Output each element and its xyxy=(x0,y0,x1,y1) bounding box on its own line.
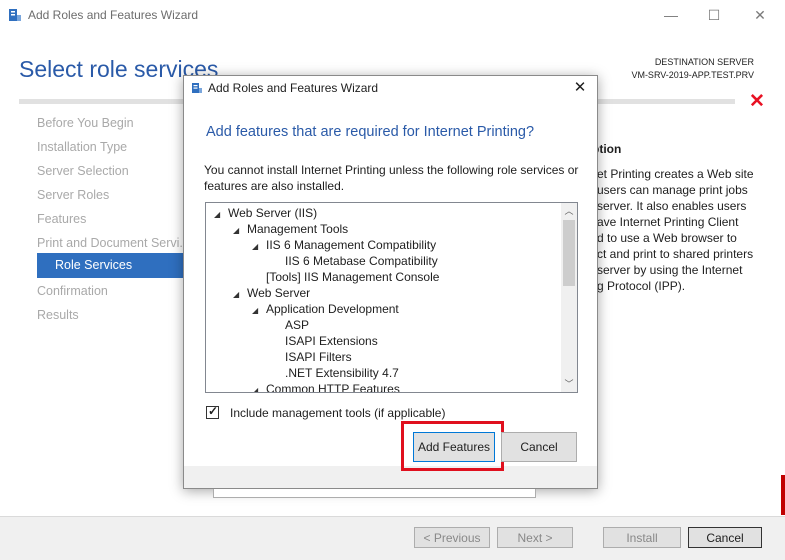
tree-item-label: Common HTTP Features xyxy=(266,382,400,393)
next-button[interactable]: Next > xyxy=(497,527,573,548)
destination-label: DESTINATION SERVER xyxy=(654,57,754,67)
scroll-up-icon[interactable]: ︿ xyxy=(561,203,577,219)
minimize-button[interactable]: — xyxy=(648,0,694,30)
description-line: et Printing creates a Web site xyxy=(597,167,754,181)
nav-item-server-roles[interactable]: Server Roles xyxy=(37,188,109,202)
tree-item[interactable]: ISAPI Extensions xyxy=(285,333,378,349)
window-titlebar: Add Roles and Features Wizard — ☐ ✕ xyxy=(0,0,785,30)
server-manager-icon xyxy=(192,83,202,93)
expand-triangle-icon[interactable]: ◢ xyxy=(233,287,241,303)
required-features-tree[interactable]: ◢ Web Server (IIS) ◢ Management Tools ◢ IIS… xyxy=(205,202,578,393)
tree-item-label: Web Server xyxy=(247,286,311,300)
tree-item[interactable]: ◢ Common HTTP Features xyxy=(252,381,400,393)
nav-item-features[interactable]: Features xyxy=(37,212,86,226)
dialog-message: You cannot install Internet Printing unl… xyxy=(204,163,579,193)
description-line: ave Internet Printing Client xyxy=(597,215,739,229)
tree-item[interactable]: ◢ Application Development xyxy=(252,301,399,319)
nav-item-installation-type[interactable]: Installation Type xyxy=(37,140,127,154)
nav-item-print-document-services[interactable]: Print and Document Servi... xyxy=(37,236,190,250)
description-line: users can manage print jobs xyxy=(597,183,748,197)
previous-button[interactable]: < Previous xyxy=(414,527,490,548)
expand-triangle-icon[interactable]: ◢ xyxy=(252,239,260,255)
server-manager-icon xyxy=(9,9,21,21)
error-icon[interactable]: ✕ xyxy=(748,92,766,111)
nav-item-confirmation[interactable]: Confirmation xyxy=(37,284,108,298)
description-line: ct and print to shared printers xyxy=(597,247,754,261)
dialog-heading: Add features that are required for Inter… xyxy=(206,124,535,140)
nav-item-results[interactable]: Results xyxy=(37,308,79,322)
dialog-titlebar: Add Roles and Features Wizard ✕ xyxy=(184,76,597,100)
expand-triangle-icon[interactable]: ◢ xyxy=(233,223,241,239)
tree-item[interactable]: [Tools] IIS Management Console xyxy=(266,269,439,285)
close-window-button[interactable]: ✕ xyxy=(737,0,783,30)
dialog-title: Add Roles and Features Wizard xyxy=(208,81,379,95)
checkmark-icon: ✓ xyxy=(208,404,219,418)
description-line: server by using the Internet xyxy=(597,263,743,277)
tree-item[interactable]: ASP xyxy=(285,317,309,333)
tree-scrollbar[interactable]: ︿ ﹀ xyxy=(561,203,577,392)
add-features-button[interactable]: Add Features xyxy=(413,432,495,462)
nav-item-role-services[interactable]: Role Services xyxy=(37,253,183,278)
required-features-dialog: Add Roles and Features Wizard ✕ Add feat… xyxy=(183,75,598,498)
background-window-edge xyxy=(781,475,785,515)
expand-triangle-icon[interactable]: ◢ xyxy=(214,207,222,223)
description-line: g Protocol (IPP). xyxy=(597,279,686,293)
expand-triangle-icon[interactable]: ◢ xyxy=(252,303,260,319)
nav-item-server-selection[interactable]: Server Selection xyxy=(37,164,129,178)
include-management-tools-label[interactable]: Include management tools (if applicable) xyxy=(230,406,445,420)
tree-item-label: IIS 6 Management Compatibility xyxy=(266,238,437,252)
cancel-button[interactable]: Cancel xyxy=(688,527,762,548)
wizard-footer: < Previous Next > Install Cancel xyxy=(0,516,785,560)
dialog-cancel-button[interactable]: Cancel xyxy=(501,432,577,462)
background-panel-edge xyxy=(213,489,536,498)
dialog-close-button[interactable]: ✕ xyxy=(567,78,593,98)
scrollbar-thumb[interactable] xyxy=(563,220,575,286)
tree-item-label: Web Server (IIS) xyxy=(228,206,318,220)
maximize-button[interactable]: ☐ xyxy=(691,0,737,30)
install-button[interactable]: Install xyxy=(603,527,681,548)
description-line: d to use a Web browser to xyxy=(597,231,737,245)
tree-item[interactable]: .NET Extensibility 4.7 xyxy=(285,365,399,381)
nav-item-label: Role Services xyxy=(55,258,133,272)
include-management-tools-checkbox[interactable]: ✓ xyxy=(206,404,219,419)
window-title: Add Roles and Features Wizard xyxy=(28,8,199,22)
scroll-down-icon[interactable]: ﹀ xyxy=(561,376,577,392)
tree-item-label: Management Tools xyxy=(247,222,349,236)
expand-triangle-icon[interactable]: ◢ xyxy=(252,383,260,392)
nav-item-before-you-begin[interactable]: Before You Begin xyxy=(37,116,134,130)
tree-item-label: Application Development xyxy=(266,302,399,316)
tree-item[interactable]: ISAPI Filters xyxy=(285,349,352,365)
description-line: server. It also enables users xyxy=(597,199,747,213)
tree-item[interactable]: IIS 6 Metabase Compatibility xyxy=(285,253,438,269)
